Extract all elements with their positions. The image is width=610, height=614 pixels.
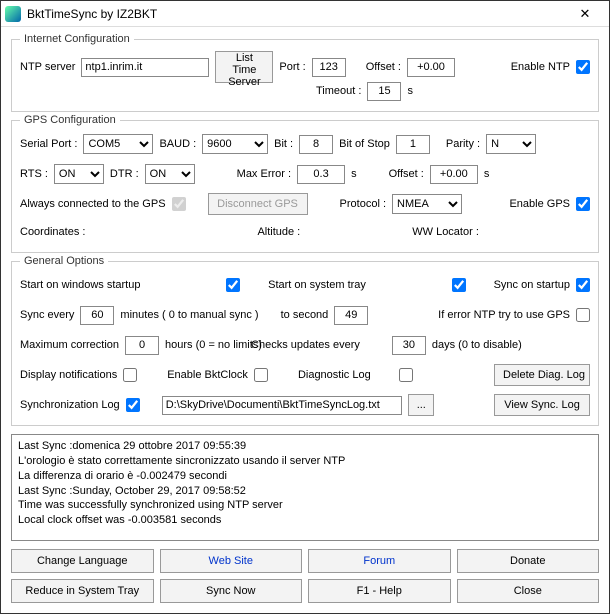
bktclock-checkbox[interactable] xyxy=(254,368,268,382)
check-upd-input[interactable] xyxy=(392,336,426,355)
offset-label: Offset : xyxy=(366,61,401,73)
timeout-unit: s xyxy=(407,85,413,97)
notify-checkbox[interactable] xyxy=(123,368,137,382)
maxerr-unit: s xyxy=(351,168,357,180)
browse-log-button[interactable]: ... xyxy=(408,394,434,416)
diag-checkbox[interactable] xyxy=(399,368,413,382)
enable-gps-checkbox[interactable] xyxy=(576,197,590,211)
offset-input[interactable] xyxy=(407,58,455,77)
port-label: Port : xyxy=(279,61,305,73)
timeout-input[interactable] xyxy=(367,82,401,101)
gps-offset-unit: s xyxy=(484,168,490,180)
maxerr-input[interactable] xyxy=(297,165,345,184)
enable-ntp-checkbox[interactable] xyxy=(576,60,590,74)
bitstop-input[interactable] xyxy=(396,135,430,154)
gps-config-group: GPS Configuration Serial Port : COM5 BAU… xyxy=(11,114,599,253)
diag-label: Diagnostic Log xyxy=(298,369,371,381)
reduce-tray-button[interactable]: Reduce in System Tray xyxy=(11,579,154,603)
timeout-label: Timeout : xyxy=(316,85,361,97)
serial-port-select[interactable]: COM5 xyxy=(83,134,153,154)
max-corr-label: Maximum correction xyxy=(20,339,119,351)
view-log-button[interactable]: View Sync. Log xyxy=(494,394,590,416)
to-second-input[interactable] xyxy=(334,306,368,325)
protocol-label: Protocol : xyxy=(340,198,386,210)
sync-every-input[interactable] xyxy=(80,306,114,325)
window-title: BktTimeSync by IZ2BKT xyxy=(27,7,565,21)
rts-label: RTS : xyxy=(20,168,48,180)
max-corr-unit: hours (0 = no limits) xyxy=(165,339,229,351)
gps-offset-input[interactable] xyxy=(430,165,478,184)
serial-port-label: Serial Port : xyxy=(20,138,77,150)
sync-every-unit: minutes ( 0 to manual sync ) xyxy=(120,309,258,321)
baud-label: BAUD : xyxy=(159,138,196,150)
always-gps-checkbox xyxy=(172,197,186,211)
dtr-label: DTR : xyxy=(110,168,139,180)
to-second-label: to second xyxy=(281,309,329,321)
check-upd-label: Checks updates every xyxy=(251,339,360,351)
always-gps-label: Always connected to the GPS xyxy=(20,198,166,210)
rts-select[interactable]: ON xyxy=(54,164,104,184)
internet-config-group: Internet Configuration NTP server List T… xyxy=(11,33,599,112)
enable-gps-label: Enable GPS xyxy=(509,198,570,210)
protocol-select[interactable]: NMEA xyxy=(392,194,462,214)
close-icon[interactable]: ✕ xyxy=(565,3,605,25)
help-button[interactable]: F1 - Help xyxy=(308,579,451,603)
sync-log-label: Synchronization Log xyxy=(20,399,120,411)
sync-start-checkbox[interactable] xyxy=(576,278,590,292)
bit-label: Bit : xyxy=(274,138,293,150)
coordinates-label: Coordinates : xyxy=(20,226,85,238)
sync-start-label: Sync on startup xyxy=(494,279,570,291)
bit-input[interactable] xyxy=(299,135,333,154)
start-tray-checkbox[interactable] xyxy=(452,278,466,292)
sync-now-button[interactable]: Sync Now xyxy=(160,579,303,603)
titlebar: BktTimeSync by IZ2BKT ✕ xyxy=(1,1,609,27)
notify-label: Display notifications xyxy=(20,369,117,381)
donate-button[interactable]: Donate xyxy=(457,549,600,573)
enable-ntp-label: Enable NTP xyxy=(511,61,570,73)
wwlocator-label: WW Locator : xyxy=(412,226,479,238)
start-win-checkbox[interactable] xyxy=(226,278,240,292)
log-output[interactable]: Last Sync :domenica 29 ottobre 2017 09:5… xyxy=(11,434,599,541)
bitstop-label: Bit of Stop xyxy=(339,138,390,150)
port-input[interactable] xyxy=(312,58,346,77)
ntp-server-input[interactable] xyxy=(81,58,209,77)
ntp-server-label: NTP server xyxy=(20,61,75,73)
parity-label: Parity : xyxy=(446,138,480,150)
delete-diag-button[interactable]: Delete Diag. Log xyxy=(494,364,590,386)
close-button[interactable]: Close xyxy=(457,579,600,603)
website-button[interactable]: Web Site xyxy=(160,549,303,573)
check-upd-unit: days (0 to disable) xyxy=(432,339,522,351)
maxerr-label: Max Error : xyxy=(237,168,291,180)
forum-button[interactable]: Forum xyxy=(308,549,451,573)
main-window: BktTimeSync by IZ2BKT ✕ Internet Configu… xyxy=(0,0,610,614)
err-gps-checkbox[interactable] xyxy=(576,308,590,322)
disconnect-gps-button: Disconnect GPS xyxy=(208,193,308,215)
altitude-label: Altitude : xyxy=(257,226,300,238)
bktclock-label: Enable BktClock xyxy=(167,369,248,381)
err-gps-label: If error NTP try to use GPS xyxy=(438,309,570,321)
gps-legend: GPS Configuration xyxy=(20,114,120,126)
gps-offset-label: Offset : xyxy=(389,168,424,180)
start-tray-label: Start on system tray xyxy=(268,279,366,291)
app-icon xyxy=(5,6,21,22)
internet-legend: Internet Configuration xyxy=(20,33,134,45)
content-area: Internet Configuration NTP server List T… xyxy=(1,27,609,613)
max-corr-input[interactable] xyxy=(125,336,159,355)
list-time-server-button[interactable]: List Time Server xyxy=(215,51,273,83)
general-legend: General Options xyxy=(20,255,108,267)
start-win-label: Start on windows startup xyxy=(20,279,140,291)
sync-log-checkbox[interactable] xyxy=(126,398,140,412)
dtr-select[interactable]: ON xyxy=(145,164,195,184)
change-language-button[interactable]: Change Language xyxy=(11,549,154,573)
baud-select[interactable]: 9600 xyxy=(202,134,268,154)
general-options-group: General Options Start on windows startup… xyxy=(11,255,599,426)
sync-every-label: Sync every xyxy=(20,309,74,321)
button-bar: Change Language Web Site Forum Donate Re… xyxy=(11,549,599,603)
log-path-input[interactable] xyxy=(162,396,402,415)
parity-select[interactable]: N xyxy=(486,134,536,154)
